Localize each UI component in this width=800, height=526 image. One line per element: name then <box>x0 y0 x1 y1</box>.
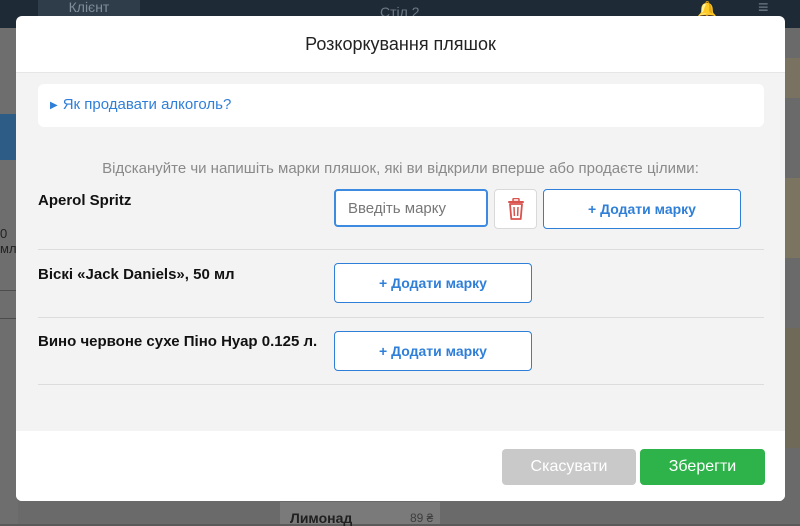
how-to-sell-alcohol-link[interactable]: ▶ Як продавати алкоголь? <box>50 96 231 113</box>
expand-triangle-icon: ▶ <box>50 100 58 111</box>
item-name-wine: Вино червоне сухе Піно Нуар 0.125 л. <box>38 333 317 350</box>
hamburger-menu-icon: ≡ <box>758 0 769 14</box>
modal-title: Розкоркування пляшок <box>16 16 785 73</box>
background-product-tile <box>784 58 800 98</box>
background-product-tile <box>784 328 800 448</box>
trash-icon <box>507 198 525 220</box>
cancel-button[interactable]: Скасувати <box>502 449 636 485</box>
add-brand-button-aperol[interactable]: + Додати марку <box>543 189 741 229</box>
modal-footer: Скасувати Зберегти <box>16 431 785 501</box>
background-product-tile <box>784 178 800 258</box>
instructions-text: Відскануйте чи напишіть марки пляшок, як… <box>16 160 785 177</box>
item-name-whisky: Віскі «Jack Daniels», 50 мл <box>38 266 235 283</box>
row-divider <box>38 317 764 318</box>
info-box: ▶ Як продавати алкоголь? <box>38 84 764 127</box>
delete-brand-button[interactable] <box>494 189 537 229</box>
info-link-label: Як продавати алкоголь? <box>63 96 232 113</box>
product-price: 89 ₴ <box>410 511 433 525</box>
item-name-aperol: Aperol Spritz <box>38 192 131 209</box>
modal-body: ▶ Як продавати алкоголь? Відскануйте чи н… <box>16 73 785 431</box>
tab-client: Клієнт <box>38 0 140 16</box>
add-brand-button-whisky[interactable]: + Додати марку <box>334 263 532 303</box>
brand-input[interactable] <box>334 189 488 227</box>
save-button[interactable]: Зберегти <box>640 449 765 485</box>
background-product-card: Лимонад 89 ₴ <box>280 502 440 524</box>
row-divider <box>38 249 764 250</box>
background-right-panel <box>784 28 800 524</box>
uncork-bottles-modal: Розкоркування пляшок ▶ Як продавати алког… <box>16 16 785 501</box>
row-divider <box>38 384 764 385</box>
add-brand-button-wine[interactable]: + Додати марку <box>334 331 532 371</box>
